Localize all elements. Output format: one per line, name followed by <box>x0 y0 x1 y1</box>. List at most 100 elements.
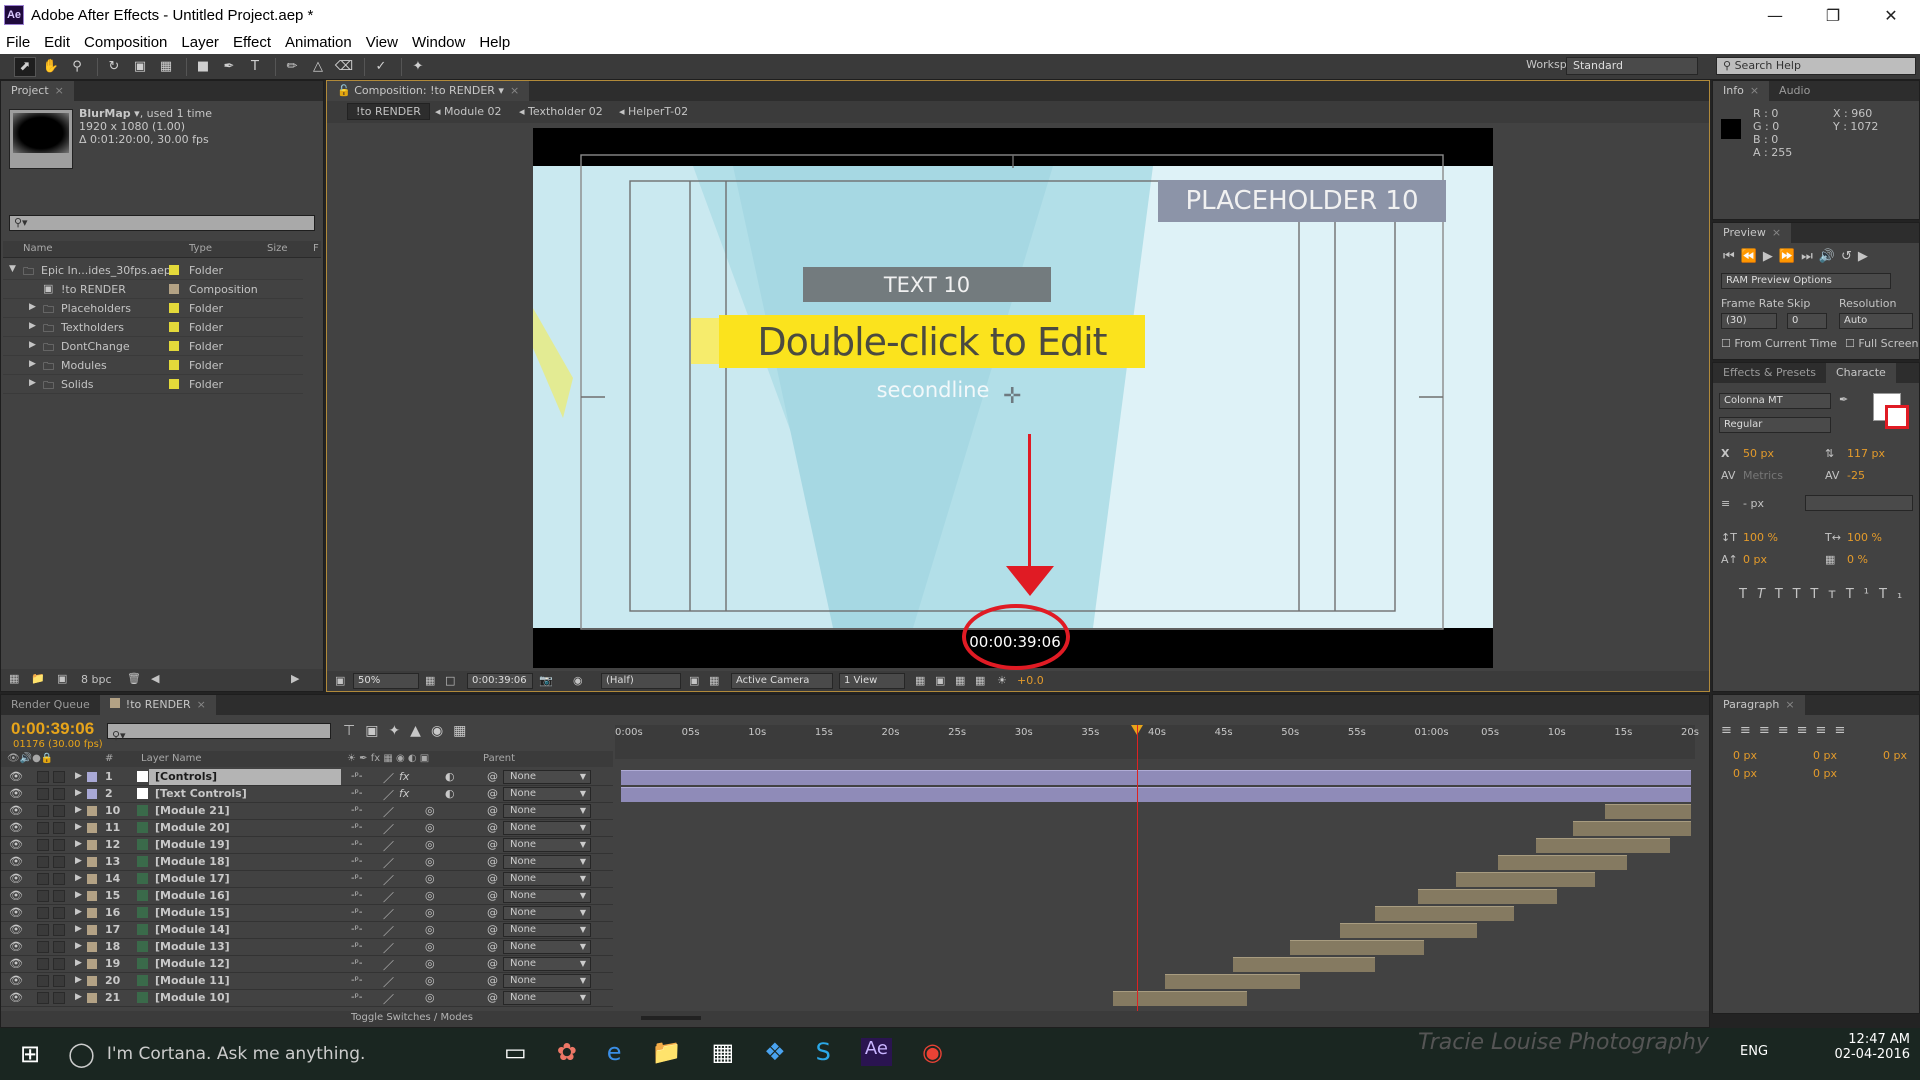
tab-info[interactable]: Info × <box>1713 81 1770 101</box>
layer-label-color[interactable] <box>87 874 97 884</box>
exposure-value[interactable]: +0.0 <box>1017 674 1044 687</box>
quality-switch-icon[interactable]: ／ <box>383 923 394 939</box>
collapse-transform-icon[interactable]: ◎ <box>425 957 435 970</box>
expand-arrow-icon[interactable]: ▶ <box>75 975 82 985</box>
resolution-select[interactable]: (Half) <box>601 673 681 689</box>
layer-name[interactable]: [Module 14] <box>149 922 341 938</box>
time-ruler[interactable]: 0:00s 05s 10s 15s 20s 25s 30s 35s 40s 45s 50s 55s 01… <box>615 725 1699 759</box>
close-icon[interactable]: × <box>1785 698 1794 711</box>
menu-view[interactable]: View <box>366 34 398 51</box>
bit-depth-button[interactable]: 8 bpc <box>81 673 112 686</box>
expand-arrow-icon[interactable]: ▶ <box>29 378 36 388</box>
parent-select[interactable]: None ▼ <box>503 838 591 852</box>
layer-row[interactable]: 👁 ▶ 10 [Module 21] -ᵖ- ／ ◎ @ None ▼ <box>1 803 613 820</box>
layer-row[interactable]: 👁 ▶ 13 [Module 18] -ᵖ- ／ ◎ @ None ▼ <box>1 854 613 871</box>
windows-start-icon[interactable]: ⊞ <box>20 1040 40 1068</box>
lock-toggle[interactable] <box>53 975 65 987</box>
pick-whip-icon[interactable]: @ <box>487 974 498 987</box>
photos-app-icon[interactable]: ✿ <box>557 1038 577 1066</box>
shy-switch-icon[interactable]: -ᵖ- <box>351 788 363 799</box>
layer-duration-bar[interactable] <box>1455 872 1595 887</box>
quality-switch-icon[interactable]: ／ <box>383 889 394 905</box>
lock-toggle[interactable] <box>53 788 65 800</box>
color-channel-icon[interactable]: ◉ <box>573 674 583 687</box>
indent-right-value[interactable]: 0 px <box>1813 749 1837 762</box>
always-preview-icon[interactable]: ▣ <box>335 674 345 687</box>
fast-previews-icon[interactable]: ▣ <box>935 674 945 687</box>
parent-select[interactable]: None ▼ <box>503 974 591 988</box>
quality-switch-icon[interactable]: ／ <box>383 906 394 922</box>
label-color-swatch[interactable] <box>169 341 179 351</box>
parent-select[interactable]: None ▼ <box>503 957 591 971</box>
tab-effects-presets[interactable]: Effects & Presets <box>1713 363 1826 383</box>
search-help-input[interactable]: ⚲ Search Help <box>1716 57 1916 75</box>
subscript-icon[interactable]: T₁ <box>1879 587 1912 602</box>
collapse-transform-icon[interactable]: ◎ <box>425 923 435 936</box>
font-family-select[interactable]: Colonna MT <box>1719 393 1831 409</box>
expand-arrow-icon[interactable]: ▶ <box>29 359 36 369</box>
expand-arrow-icon[interactable]: ▶ <box>75 907 82 917</box>
shape-tool-icon[interactable]: ■ <box>192 57 214 77</box>
visibility-eye-icon[interactable]: 👁 <box>9 821 23 834</box>
shy-switch-icon[interactable]: -ᵖ- <box>351 873 363 884</box>
visibility-eye-icon[interactable]: 👁 <box>9 770 23 783</box>
quality-switch-icon[interactable]: ／ <box>383 957 394 973</box>
expand-arrow-icon[interactable]: ▶ <box>75 856 82 866</box>
justify-all-icon[interactable]: ≡ <box>1834 723 1853 738</box>
close-icon[interactable]: × <box>1772 226 1781 239</box>
pick-whip-icon[interactable]: @ <box>487 770 498 783</box>
label-color-swatch[interactable] <box>169 379 179 389</box>
lock-icon[interactable]: 🔓 <box>337 84 351 97</box>
indent-left-value[interactable]: 0 px <box>1733 749 1757 762</box>
layer-label-color[interactable] <box>87 942 97 952</box>
camera-tool-icon[interactable]: ▣ <box>129 57 151 77</box>
visibility-eye-icon[interactable]: 👁 <box>9 889 23 902</box>
solo-toggle[interactable] <box>37 771 49 783</box>
loop-icon[interactable]: ↺ <box>1841 249 1858 264</box>
column-parent[interactable]: Parent <box>483 753 515 764</box>
timeline-icon[interactable]: ▦ <box>955 674 965 687</box>
layer-duration-bar[interactable] <box>621 787 1691 802</box>
cortana-search-box[interactable]: ◯ I'm Cortana. Ask me anything. <box>68 1036 488 1072</box>
lock-toggle[interactable] <box>53 856 65 868</box>
space-after-value[interactable]: 0 px <box>1813 767 1837 780</box>
expand-arrow-icon[interactable]: ▶ <box>75 839 82 849</box>
collapse-transform-icon[interactable]: ◎ <box>425 906 435 919</box>
solo-toggle[interactable] <box>37 805 49 817</box>
layer-row[interactable]: 👁 ▶ 20 [Module 11] -ᵖ- ／ ◎ @ None ▼ <box>1 973 613 990</box>
pick-whip-icon[interactable]: @ <box>487 787 498 800</box>
first-frame-icon[interactable]: ⏮ <box>1723 249 1741 264</box>
interpret-footage-icon[interactable]: ▦ <box>9 672 19 685</box>
parent-select[interactable]: None ▼ <box>503 906 591 920</box>
current-time-field[interactable]: 0:00:39:06 <box>467 673 533 689</box>
eraser-tool-icon[interactable]: ⌫ <box>333 57 355 77</box>
visibility-eye-icon[interactable]: 👁 <box>9 940 23 953</box>
play-icon[interactable]: ▶ <box>1763 249 1779 264</box>
quality-switch-icon[interactable]: ／ <box>383 821 394 837</box>
language-indicator[interactable]: ENG <box>1740 1044 1768 1059</box>
type-tool-icon[interactable]: T <box>244 57 266 77</box>
parent-select[interactable]: None ▼ <box>503 923 591 937</box>
project-item[interactable]: ▶ 🗀 Solids Folder <box>3 375 303 394</box>
next-frame-icon[interactable]: ⏩ <box>1779 249 1801 264</box>
expand-arrow-icon[interactable]: ▶ <box>75 890 82 900</box>
layer-label-color[interactable] <box>87 857 97 867</box>
solo-toggle[interactable] <box>37 856 49 868</box>
layer-name[interactable]: [Module 15] <box>149 905 341 921</box>
vertical-scale-value[interactable]: 100 % <box>1743 531 1778 544</box>
view-layout-select[interactable]: 1 View <box>839 673 905 689</box>
layer-name[interactable]: [Module 20] <box>149 820 341 836</box>
chrome-app-icon[interactable]: ◉ <box>922 1038 943 1066</box>
breadcrumb-module-02[interactable]: ◂ Module 02 <box>435 105 502 118</box>
puppet-pin-tool-icon[interactable]: ✦ <box>407 57 429 77</box>
parent-select[interactable]: None ▼ <box>503 804 591 818</box>
solo-toggle[interactable] <box>37 822 49 834</box>
quality-switch-icon[interactable]: ／ <box>383 787 394 803</box>
mask-visibility-icon[interactable]: □ <box>445 674 455 687</box>
tab-render-queue[interactable]: Render Queue <box>1 695 100 715</box>
layer-name[interactable]: [Module 16] <box>149 888 341 904</box>
frame-blending-icon[interactable]: ▲ <box>410 723 431 739</box>
pick-whip-icon[interactable]: @ <box>487 838 498 851</box>
file-explorer-app-icon[interactable]: 📁 <box>652 1038 682 1066</box>
expand-arrow-icon[interactable]: ▶ <box>75 941 82 951</box>
